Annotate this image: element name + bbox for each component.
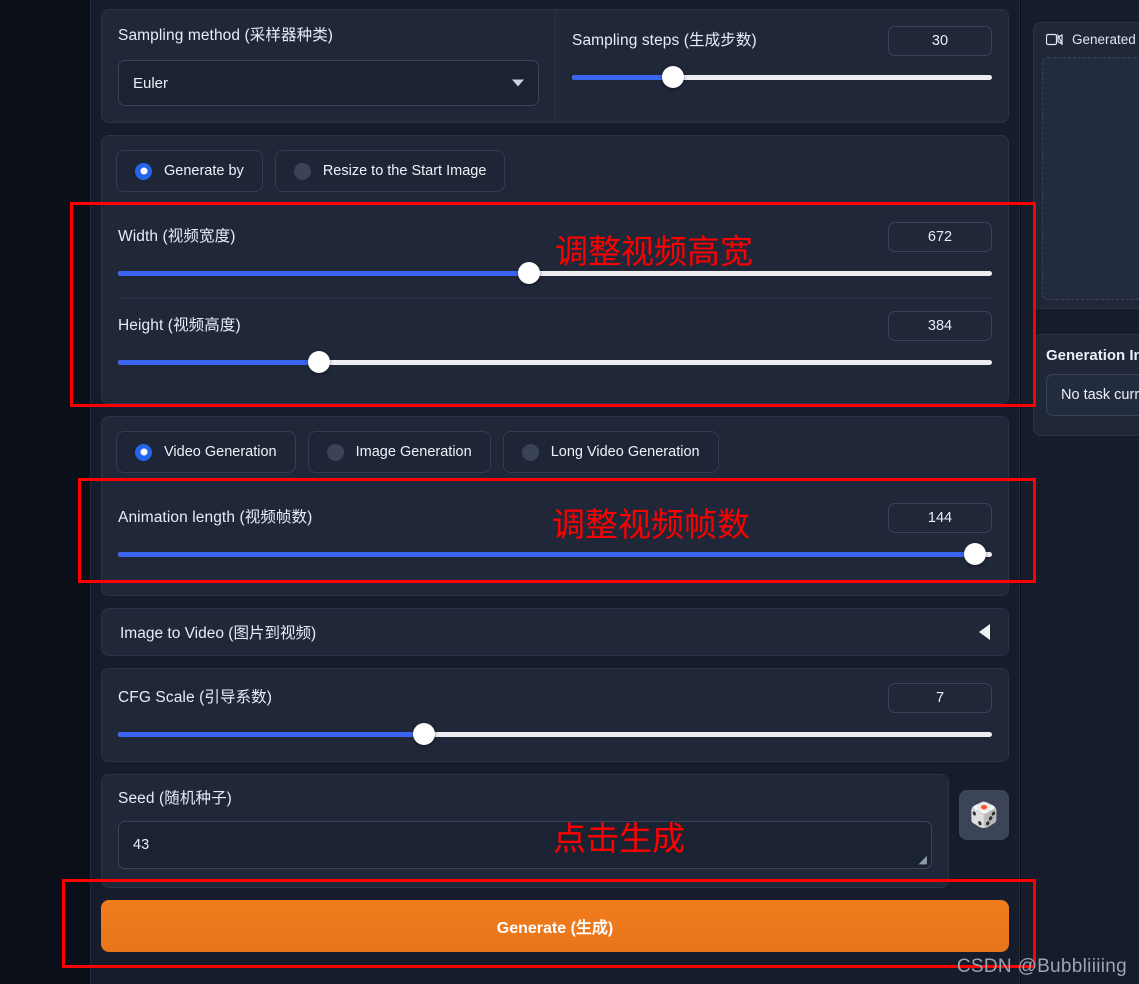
width-label: Width (视频宽度) [118,228,236,245]
cfg-scale-slider[interactable] [118,723,992,745]
seed-row: Seed (随机种子) 43 ◢ 🎲 [101,774,1009,888]
size-card: Generate by Resize to the Start Image Wi… [101,135,1009,404]
width-slider[interactable] [118,262,992,284]
cfg-scale-label: CFG Scale (引导系数) [118,689,273,706]
slider-thumb[interactable] [661,66,684,88]
radio-resize-to-start-image[interactable]: Resize to the Start Image [274,150,506,192]
cfg-scale-value[interactable]: 7 [888,683,992,713]
animation-length-label: Animation length (视频帧数) [118,509,313,526]
width-section: Width (视频宽度) 672 [118,210,992,298]
sampling-card: Sampling method (采样器种类) Euler Sampling s… [101,9,1009,123]
width-value[interactable]: 672 [888,222,992,252]
radio-dot-icon [521,443,539,461]
resize-handle-icon[interactable]: ◢ [919,855,927,866]
seed-label: Seed (随机种子) [118,790,232,807]
chevron-down-icon [512,79,524,87]
generation-info-status: No task curr [1046,374,1139,416]
generate-button-label: Generate (生成) [496,920,614,937]
generation-info-card: Generation Inf No task curr [1033,334,1139,436]
radio-image-generation[interactable]: Image Generation [307,431,491,473]
radio-label: Generate by [164,163,244,179]
radio-dot-icon [135,443,152,461]
accordion-title: Image to Video (图片到视频) [120,625,317,642]
height-slider[interactable] [118,351,992,373]
slider-fill [572,75,673,80]
radio-video-generation[interactable]: Video Generation [116,431,296,473]
generation-mode-card: Video Generation Image Generation Long V… [101,416,1009,596]
generate-button[interactable]: Generate (生成) [101,900,1009,952]
height-label: Height (视频高度) [118,317,241,334]
radio-dot-icon [293,162,311,180]
sampling-steps-slider[interactable] [572,66,992,88]
sampling-method-group: Sampling method (采样器种类) Euler [102,10,555,122]
app-root: Sampling method (采样器种类) Euler Sampling s… [0,0,1139,984]
generated-animation-card: Generated An [1033,22,1139,309]
slider-thumb[interactable] [963,543,986,565]
slider-fill [118,732,424,737]
generation-info-text: No task curr [1061,387,1139,403]
radio-long-video-generation[interactable]: Long Video Generation [502,431,719,473]
settings-panel: Sampling method (采样器种类) Euler Sampling s… [90,0,1020,984]
radio-label: Video Generation [164,444,277,460]
slider-fill [118,271,529,276]
radio-dot-icon [326,443,344,461]
seed-value: 43 [133,837,150,853]
height-section: Height (视频高度) 384 [118,298,992,387]
image-to-video-accordion[interactable]: Image to Video (图片到视频) [101,608,1009,656]
slider-fill [118,360,320,365]
video-camera-off-icon [1046,33,1063,45]
sampling-method-dropdown[interactable]: Euler [118,60,539,106]
generated-animation-dropzone[interactable] [1042,57,1139,300]
animation-length-slider[interactable] [118,543,992,565]
generated-animation-title: Generated An [1072,31,1139,47]
seed-card: Seed (随机种子) 43 ◢ [101,774,949,888]
radio-dot-icon [135,162,152,180]
generation-info-title: Generation Inf [1046,347,1139,364]
animation-length-section: Animation length (视频帧数) 144 [118,491,992,579]
radio-label: Resize to the Start Image [322,163,487,179]
animation-length-value[interactable]: 144 [888,503,992,533]
dice-icon: 🎲 [969,801,999,829]
radio-label: Long Video Generation [550,444,700,460]
size-mode-radio-group: Generate by Resize to the Start Image [102,136,1008,206]
output-panel: Generated An Generation Inf No task curr [1021,0,1139,984]
generation-mode-radio-group: Video Generation Image Generation Long V… [102,417,1008,487]
generated-animation-header: Generated An [1034,23,1139,55]
height-value[interactable]: 384 [888,311,992,341]
triangle-left-icon[interactable] [979,624,990,640]
random-seed-button[interactable]: 🎲 [959,790,1009,840]
slider-thumb[interactable] [517,262,540,284]
sampling-steps-group: Sampling steps (生成步数) 30 [555,10,1008,122]
slider-thumb[interactable] [412,723,435,745]
cfg-scale-card: CFG Scale (引导系数) 7 [101,668,1009,762]
radio-label: Image Generation [355,444,472,460]
seed-input[interactable]: 43 ◢ [118,821,932,869]
sampling-method-value: Euler [133,74,169,92]
sampling-steps-value[interactable]: 30 [888,26,992,56]
watermark: CSDN @Bubbliiiing [956,956,1127,977]
slider-fill [118,552,975,557]
radio-generate-by[interactable]: Generate by [116,150,263,192]
slider-thumb[interactable] [308,351,331,373]
sampling-method-label: Sampling method (采样器种类) [118,27,334,44]
sampling-steps-label: Sampling steps (生成步数) [572,32,757,49]
